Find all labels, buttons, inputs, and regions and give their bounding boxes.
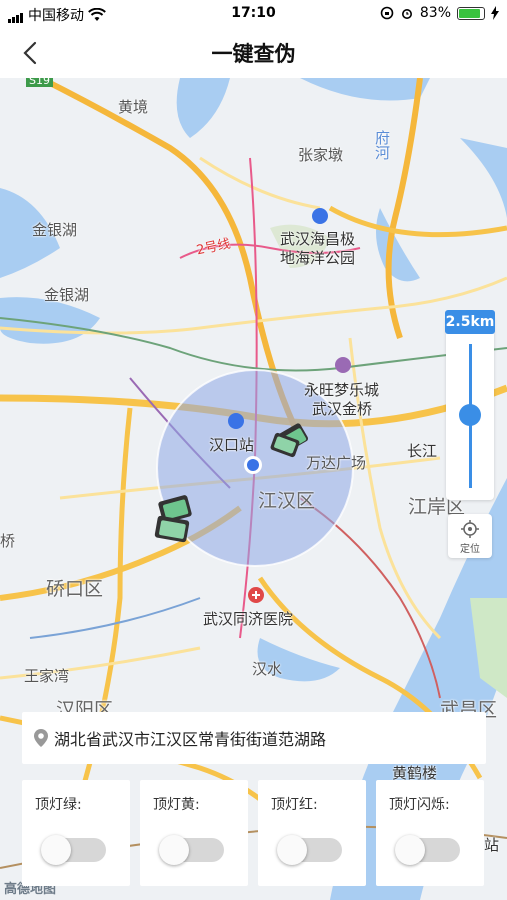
map-label-wangjiawan: 王家湾: [24, 667, 70, 685]
map-label-hankouzhan: 汉口站: [209, 436, 255, 454]
alarm-icon: [401, 9, 412, 19]
filter-label-green: 顶灯绿:: [35, 797, 82, 813]
toggle-flash[interactable]: [395, 835, 460, 865]
map-label-zhan: 站: [484, 836, 500, 854]
filter-card-yellow: 顶灯黄:: [140, 780, 248, 886]
filter-card-flash: 顶灯闪烁:: [376, 780, 484, 886]
map-view[interactable]: S19 黄境 张家墩 府河 金银湖 金银湖 2号线 武汉海昌极 地海洋公园 永旺…: [0, 78, 507, 900]
filter-label-flash: 顶灯闪烁:: [389, 797, 450, 813]
locate-label: 定位: [460, 544, 480, 555]
filter-card-red: 顶灯红:: [258, 780, 366, 886]
map-label-tongji: 武汉同济医院: [203, 610, 294, 628]
charging-icon: [491, 6, 499, 20]
toggle-green[interactable]: [41, 835, 106, 865]
map-label-changjiang: 长江: [407, 442, 438, 460]
status-bar: 中国移动 17:10 83%: [0, 0, 507, 28]
map-label-zhangjiadun: 张家墩: [298, 146, 344, 164]
status-right: 83%: [380, 5, 499, 21]
map-label-s19: S19: [26, 78, 53, 87]
battery-icon: [457, 6, 485, 20]
location-pin-icon: [34, 729, 48, 747]
zoom-slider-handle[interactable]: [459, 404, 481, 426]
filter-label-red: 顶灯红:: [271, 797, 318, 813]
map-label-haichang-1: 武汉海昌极: [280, 230, 356, 248]
filter-card-green: 顶灯绿:: [22, 780, 130, 886]
map-label-hanshui: 汉水: [252, 660, 283, 678]
map-label-qiao: 桥: [0, 532, 16, 550]
map-label-jinyinhu-2: 金银湖: [44, 286, 90, 304]
rotation-lock-icon: [380, 6, 394, 20]
page-title: 一键查伪: [211, 42, 296, 66]
toggle-red[interactable]: [277, 835, 342, 865]
address-text: 湖北省武汉市江汉区常青街街道范湖路: [54, 730, 327, 749]
zoom-slider[interactable]: 2.5km: [445, 310, 495, 500]
locate-button[interactable]: 定位: [448, 514, 492, 558]
battery-percent: 83%: [419, 5, 451, 21]
filter-label-yellow: 顶灯黄:: [153, 797, 200, 813]
map-label-yongwang-2: 武汉金桥: [312, 400, 373, 418]
map-label-yongwang-1: 永旺梦乐城: [304, 381, 380, 399]
filter-cards: 顶灯绿: 顶灯黄: 顶灯红: 顶灯闪烁:: [22, 780, 486, 888]
map-label-jinyinhu-1: 金银湖: [32, 221, 78, 239]
map-label-jianghanqu: 江汉区: [258, 490, 316, 512]
map-label-qiaokouqu: 硚口区: [46, 578, 104, 600]
map-label-wandaguangchang: 万达广场: [306, 454, 367, 472]
address-bar: 湖北省武汉市江汉区常青街街道范湖路: [22, 712, 486, 764]
map-label-fuhe: 府河: [373, 130, 391, 160]
toggle-yellow[interactable]: [159, 835, 224, 865]
nav-bar: 一键查伪: [0, 28, 507, 78]
map-label-haichang-2: 地海洋公园: [280, 249, 356, 267]
crosshair-icon: [461, 520, 479, 538]
map-label-huangjing: 黄境: [118, 98, 149, 116]
zoom-scale-badge: 2.5km: [445, 310, 495, 334]
